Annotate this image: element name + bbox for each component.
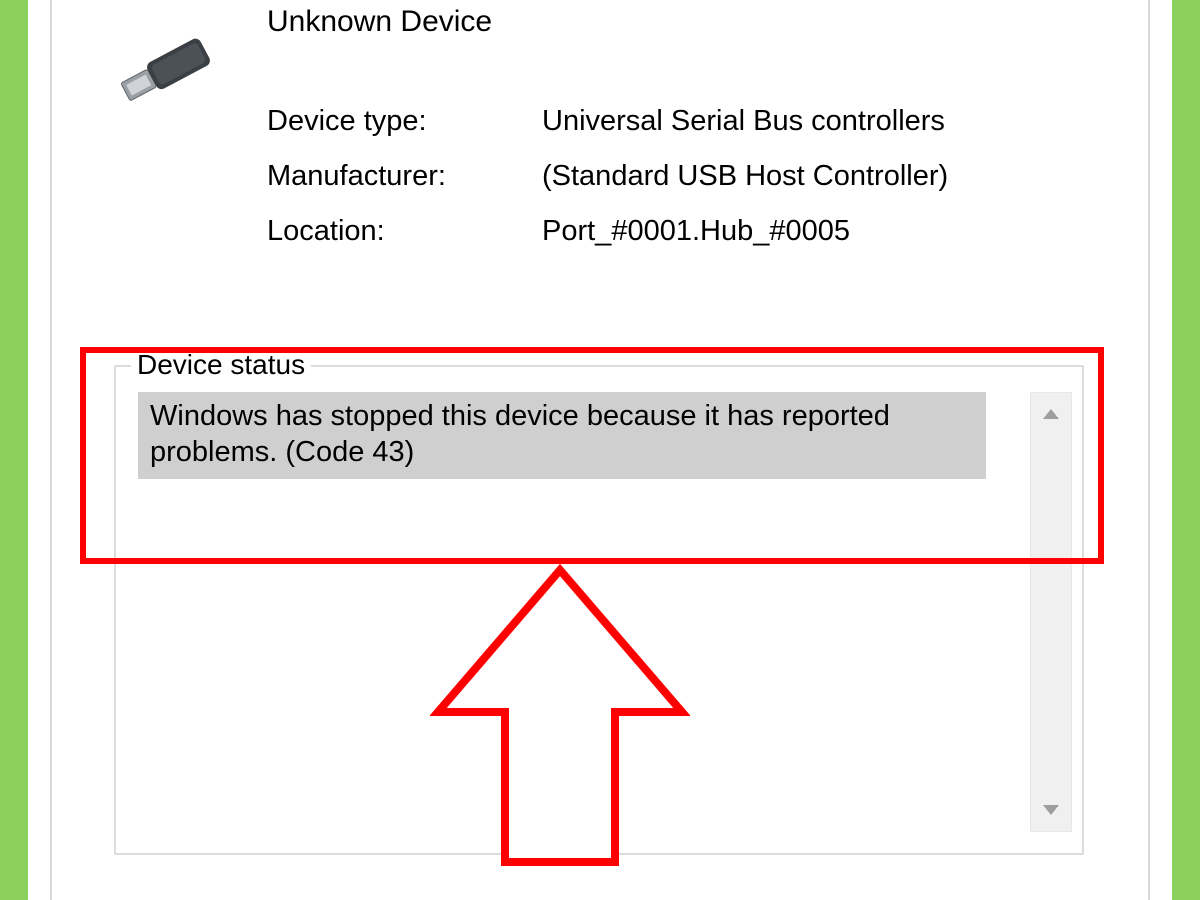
chevron-up-icon: [1043, 409, 1059, 419]
row-manufacturer: Manufacturer: (Standard USB Host Control…: [267, 160, 948, 193]
scroll-down-button[interactable]: [1031, 789, 1071, 831]
page-border: Unknown Device Device type: Universal Se…: [0, 0, 1200, 900]
device-properties-dialog: Unknown Device Device type: Universal Se…: [50, 0, 1150, 900]
value-location: Port_#0001.Hub_#0005: [542, 215, 850, 248]
value-device-type: Universal Serial Bus controllers: [542, 105, 945, 138]
usb-device-icon: [112, 35, 222, 105]
device-status-message: Windows has stopped this device because …: [138, 392, 986, 479]
chevron-down-icon: [1043, 805, 1059, 815]
row-device-type: Device type: Universal Serial Bus contro…: [267, 105, 948, 138]
device-name: Unknown Device: [267, 5, 492, 39]
label-device-type: Device type:: [267, 105, 542, 138]
scroll-track[interactable]: [1031, 435, 1071, 789]
label-location: Location:: [267, 215, 542, 248]
scroll-up-button[interactable]: [1031, 393, 1071, 435]
status-scrollbar[interactable]: [1030, 392, 1072, 832]
device-info: Device type: Universal Serial Bus contro…: [267, 105, 948, 270]
value-manufacturer: (Standard USB Host Controller): [542, 160, 948, 193]
device-status-textarea[interactable]: Windows has stopped this device because …: [138, 392, 1023, 832]
row-location: Location: Port_#0001.Hub_#0005: [267, 215, 948, 248]
device-status-groupbox: Device status Windows has stopped this d…: [114, 365, 1084, 855]
device-status-legend: Device status: [131, 349, 311, 381]
label-manufacturer: Manufacturer:: [267, 160, 542, 193]
